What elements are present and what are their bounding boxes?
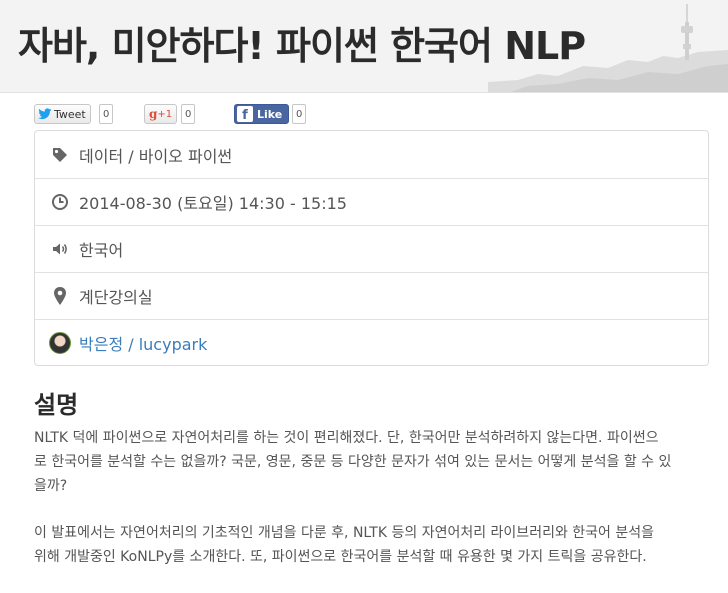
description-line-4: 이 발표에서는 자연어처리의 기초적인 개념을 다룬 후, NLTK 등의 자연… xyxy=(34,525,655,541)
facebook-like-count: 0 xyxy=(292,104,307,124)
tweet-count: 0 xyxy=(99,104,114,124)
description-line-1: NLTK 덕에 파이썬으로 자연어처리를 하는 것이 편리해졌다. 단, 한국어… xyxy=(34,430,659,446)
info-row-category: 데이터 / 바이오 파이썬 xyxy=(35,131,708,178)
google-plus-count: 0 xyxy=(181,104,196,124)
facebook-like-button[interactable]: f Like xyxy=(234,104,290,124)
description-heading: 설명 xyxy=(34,391,79,419)
google-plus-icon: g xyxy=(149,107,158,121)
google-plus-label: +1 xyxy=(157,108,173,120)
description-line-5: 위해 개발중인 KoNLPy를 소개한다. 또, 파이썬으로 한국어를 분석할 … xyxy=(34,549,647,565)
volume-icon xyxy=(49,238,71,260)
info-row-language: 한국어 xyxy=(35,225,708,272)
speaker-avatar xyxy=(49,332,71,354)
facebook-icon: f xyxy=(237,106,253,122)
tweet-button[interactable]: Tweet xyxy=(34,104,91,124)
seoul-skyline-illustration xyxy=(488,4,728,92)
google-plus-button[interactable]: g +1 xyxy=(144,104,178,124)
tweet-label: Tweet xyxy=(54,107,86,121)
speaker-link[interactable]: 박은정 / lucypark xyxy=(79,331,207,355)
category-text: 데이터 / 바이오 파이썬 xyxy=(79,146,233,166)
page-header: 자바, 미안하다! 파이썬 한국어 NLP xyxy=(0,0,728,93)
facebook-like-label: Like xyxy=(257,107,283,121)
info-row-datetime: 2014-08-30 (토요일) 14:30 - 15:15 xyxy=(35,178,708,225)
tag-icon xyxy=(49,144,71,166)
twitter-bird-icon xyxy=(38,108,52,120)
session-info-panel: 데이터 / 바이오 파이썬 2014-08-30 (토요일) 14:30 - 1… xyxy=(34,130,709,366)
language-text: 한국어 xyxy=(79,241,124,260)
room-text: 계단강의실 xyxy=(79,288,153,307)
datetime-text: 2014-08-30 (토요일) 14:30 - 15:15 xyxy=(79,194,347,213)
description-line-3: 을까? xyxy=(34,478,68,494)
description-line-2: 로 한국어를 분석할 수는 없을까? 국문, 영문, 중문 등 다양한 문자가 … xyxy=(34,454,672,470)
map-marker-icon xyxy=(49,285,71,307)
description-paragraph-2: 이 발표에서는 자연어처리의 기초적인 개념을 다룬 후, NLTK 등의 자연… xyxy=(34,521,709,569)
info-row-room: 계단강의실 xyxy=(35,272,708,319)
clock-icon xyxy=(49,191,71,213)
description-paragraph-1: NLTK 덕에 파이썬으로 자연어처리를 하는 것이 편리해졌다. 단, 한국어… xyxy=(34,426,709,498)
info-row-speaker: 박은정 / lucypark xyxy=(35,319,708,366)
social-share-bar: Tweet 0 g +1 0 f Like 0 xyxy=(34,104,334,124)
